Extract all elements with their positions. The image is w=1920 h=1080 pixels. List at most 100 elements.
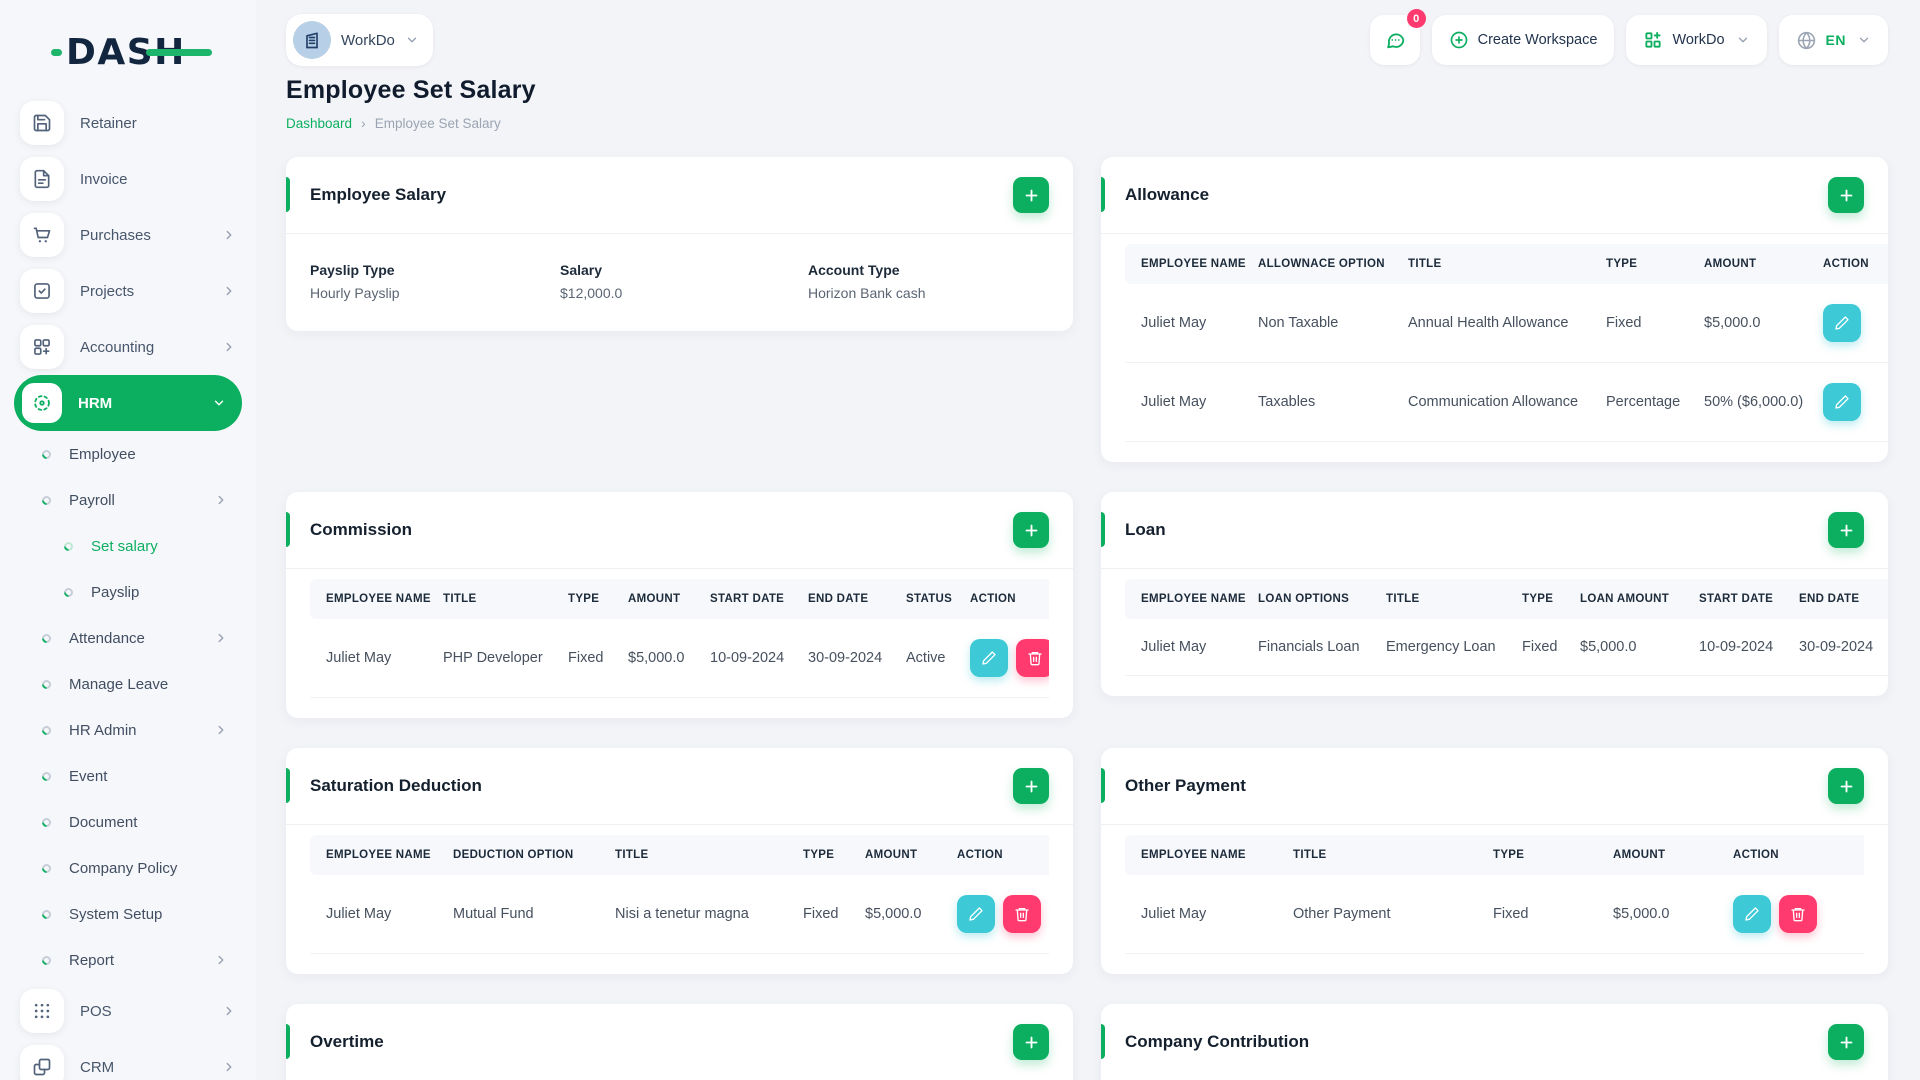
card-title: Other Payment bbox=[1125, 776, 1246, 796]
sidebar-item-payslip[interactable]: Payslip bbox=[0, 569, 256, 615]
delete-button[interactable] bbox=[1016, 639, 1049, 678]
edit-button[interactable] bbox=[970, 639, 1008, 678]
sidebar-item-invoice[interactable]: Invoice bbox=[0, 151, 256, 207]
retainer-icon bbox=[20, 101, 64, 145]
sidebar-item-document[interactable]: Document bbox=[0, 799, 256, 845]
workdo-apps-button[interactable]: WorkDo bbox=[1626, 15, 1767, 66]
sidebar-item-system-setup[interactable]: System Setup bbox=[0, 891, 256, 937]
allowance-table: Employee Name Allownace Option Title Typ… bbox=[1125, 244, 1888, 443]
app-root: DASH Retainer Invoice Purchases Projects… bbox=[0, 0, 1920, 1080]
sidebar-item-projects[interactable]: Projects bbox=[0, 263, 256, 319]
bullet-icon bbox=[40, 677, 53, 691]
column-header: Title bbox=[435, 579, 560, 620]
add-company-contribution-button[interactable] bbox=[1828, 1024, 1864, 1061]
column-header: Employee Name bbox=[310, 835, 445, 876]
chevron-down-icon bbox=[212, 396, 226, 410]
sidebar-item-label: Company Policy bbox=[69, 859, 178, 877]
sidebar-item-label: Report bbox=[69, 951, 115, 969]
sidebar-item-company-policy[interactable]: Company Policy bbox=[0, 845, 256, 891]
table-row: Juliet May Other Payment Fixed $5,000.0 bbox=[1125, 875, 1864, 955]
sidebar-item-purchases[interactable]: Purchases bbox=[0, 207, 256, 263]
breadcrumb-dashboard-link[interactable]: Dashboard bbox=[286, 116, 352, 131]
card-accent-bar bbox=[286, 177, 290, 213]
sidebar-item-attendance[interactable]: Attendance bbox=[0, 615, 256, 661]
sidebar-item-event[interactable]: Event bbox=[0, 753, 256, 799]
edit-button[interactable] bbox=[1733, 895, 1771, 934]
add-saturation-deduction-button[interactable] bbox=[1013, 768, 1049, 805]
column-header: Title bbox=[1400, 244, 1598, 285]
table-header-row: Employee Name Loan Options Title Type Lo… bbox=[1125, 579, 1888, 620]
cell-allowance-option: Taxables bbox=[1250, 362, 1400, 443]
sidebar-item-label: Payslip bbox=[91, 583, 140, 601]
page-content: Employee Set Salary Dashboard › Employee… bbox=[256, 70, 1920, 1080]
column-header: Amount bbox=[857, 835, 949, 876]
sidebar-item-label: Projects bbox=[80, 282, 135, 300]
sidebar-item-pos[interactable]: POS bbox=[0, 983, 256, 1039]
edit-button[interactable] bbox=[1823, 383, 1861, 422]
add-commission-button[interactable] bbox=[1013, 512, 1049, 549]
sidebar-item-accounting[interactable]: Accounting bbox=[0, 319, 256, 375]
cell-end-date: 30-09-2024 bbox=[1791, 619, 1888, 677]
pencil-icon bbox=[1835, 316, 1849, 330]
messages-button[interactable]: 0 bbox=[1369, 9, 1426, 66]
card-accent-bar bbox=[1101, 512, 1105, 548]
column-header: Action bbox=[1815, 244, 1888, 285]
chevron-right-icon bbox=[214, 631, 228, 645]
field-label: Account Type bbox=[808, 262, 900, 279]
workspace-selector[interactable]: WorkDo bbox=[286, 14, 433, 67]
cell-loan-option: Financials Loan bbox=[1250, 619, 1378, 677]
column-header: Action bbox=[949, 835, 1049, 876]
add-allowance-button[interactable] bbox=[1828, 177, 1864, 214]
cell-title: Emergency Loan bbox=[1378, 619, 1514, 677]
column-header: End Date bbox=[800, 579, 898, 620]
crm-icon bbox=[20, 1045, 64, 1080]
sidebar-item-retainer[interactable]: Retainer bbox=[0, 95, 256, 151]
bullet-icon bbox=[62, 539, 75, 553]
sidebar-item-payroll[interactable]: Payroll bbox=[0, 477, 256, 523]
column-header: Loan Options bbox=[1250, 579, 1378, 620]
sidebar-item-manage-leave[interactable]: Manage Leave bbox=[0, 661, 256, 707]
cell-employee-name: Juliet May bbox=[1125, 875, 1285, 955]
sidebar-item-hr-admin[interactable]: HR Admin bbox=[0, 707, 256, 753]
pencil-icon bbox=[1835, 395, 1849, 409]
sidebar-item-set-salary[interactable]: Set salary bbox=[0, 523, 256, 569]
add-overtime-button[interactable] bbox=[1013, 1024, 1049, 1061]
create-workspace-button[interactable]: Create Workspace bbox=[1431, 15, 1615, 66]
delete-button[interactable] bbox=[1779, 895, 1817, 934]
chevron-right-icon bbox=[222, 284, 236, 298]
column-header: Amount bbox=[1696, 244, 1815, 285]
column-header: Type bbox=[1598, 244, 1696, 285]
add-employee-salary-button[interactable] bbox=[1013, 177, 1049, 214]
sidebar-item-employee[interactable]: Employee bbox=[0, 431, 256, 477]
field-payslip-type: Payslip Type Hourly Payslip bbox=[310, 262, 560, 301]
sidebar-item-hrm[interactable]: HRM bbox=[14, 375, 242, 431]
sidebar-item-crm[interactable]: CRM bbox=[0, 1039, 256, 1080]
app-logo[interactable]: DASH bbox=[0, 14, 256, 89]
sidebar: DASH Retainer Invoice Purchases Projects… bbox=[0, 0, 256, 1080]
sidebar-item-label: Attendance bbox=[69, 629, 145, 647]
employee-salary-fields: Payslip Type Hourly Payslip Salary $12,0… bbox=[286, 234, 1073, 331]
cell-employee-name: Juliet May bbox=[1125, 284, 1250, 364]
sidebar-item-label: System Setup bbox=[69, 905, 163, 923]
cards-grid: Employee Salary Payslip Type Hourly Pays… bbox=[286, 157, 1888, 1080]
language-selector[interactable]: EN bbox=[1778, 15, 1888, 66]
card-overtime: Overtime bbox=[286, 1004, 1073, 1080]
delete-button[interactable] bbox=[1003, 895, 1041, 934]
sidebar-item-report[interactable]: Report bbox=[0, 937, 256, 983]
chevron-down-icon bbox=[1857, 33, 1871, 47]
bullet-icon bbox=[40, 815, 53, 829]
card-company-contribution: Company Contribution bbox=[1101, 1004, 1888, 1080]
card-other-payment: Other Payment Employee Name Title Type A… bbox=[1101, 748, 1888, 975]
cell-allowance-option: Non Taxable bbox=[1250, 284, 1400, 364]
edit-button[interactable] bbox=[957, 895, 995, 934]
loan-table: Employee Name Loan Options Title Type Lo… bbox=[1125, 579, 1888, 677]
add-other-payment-button[interactable] bbox=[1828, 768, 1864, 805]
add-loan-button[interactable] bbox=[1828, 512, 1864, 549]
breadcrumb: Dashboard › Employee Set Salary bbox=[286, 115, 1888, 131]
chevron-right-icon bbox=[222, 1004, 236, 1018]
field-value: Horizon Bank cash bbox=[808, 285, 926, 302]
edit-button[interactable] bbox=[1823, 304, 1861, 343]
column-header: Action bbox=[962, 579, 1049, 620]
bullet-icon bbox=[40, 493, 53, 507]
column-header: Status bbox=[898, 579, 962, 620]
